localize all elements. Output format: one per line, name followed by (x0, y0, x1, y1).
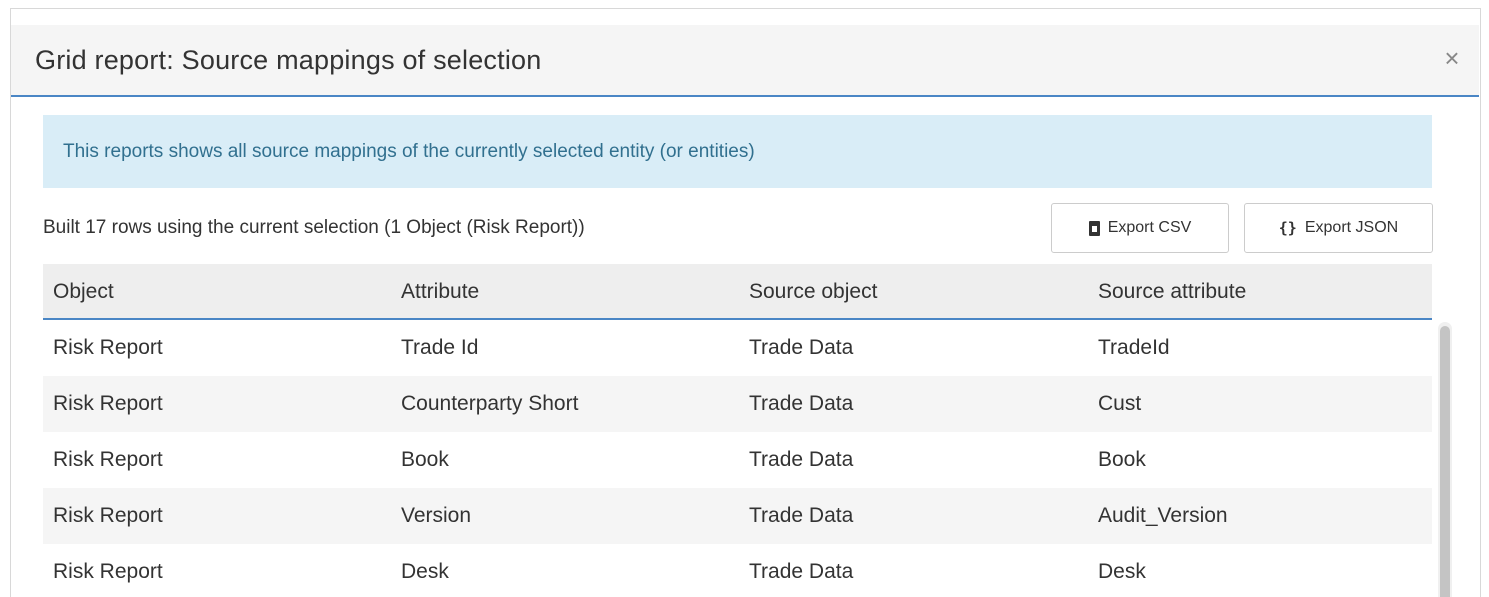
cell-attribute: Counterparty Short (401, 392, 579, 415)
cell-source-attribute: TradeId (1098, 336, 1170, 359)
scrollbar-thumb[interactable] (1440, 326, 1450, 597)
info-alert: This reports shows all source mappings o… (43, 115, 1432, 188)
column-header-source-attribute[interactable]: Source attribute (1098, 264, 1246, 320)
export-csv-label: Export CSV (1107, 219, 1192, 236)
column-header-attribute[interactable]: Attribute (401, 264, 479, 320)
info-text: This reports shows all source mappings o… (63, 141, 755, 162)
braces-icon: {} (1278, 219, 1297, 237)
file-excel-icon (1088, 220, 1100, 236)
grid-header: Object Attribute Source object Source at… (43, 264, 1432, 320)
rows-summary: Built 17 rows using the current selectio… (43, 217, 585, 238)
dialog-header: Grid report: Source mappings of selectio… (11, 25, 1479, 97)
cell-source-object: Trade Data (749, 448, 854, 471)
cell-attribute: Book (401, 448, 449, 471)
cell-source-object: Trade Data (749, 504, 854, 527)
dialog-title: Grid report: Source mappings of selectio… (35, 45, 542, 75)
table-row[interactable]: Risk Report Version Trade Data Audit_Ver… (43, 488, 1432, 544)
cell-object: Risk Report (53, 504, 163, 527)
close-button[interactable]: × (1437, 43, 1467, 73)
table-row[interactable]: Risk Report Book Trade Data Book (43, 432, 1432, 488)
grid-report-dialog: Grid report: Source mappings of selectio… (10, 8, 1481, 597)
cell-attribute: Version (401, 504, 472, 527)
cell-object: Risk Report (53, 392, 163, 415)
close-icon: × (1444, 43, 1460, 73)
column-header-object[interactable]: Object (53, 264, 114, 320)
column-header-source-object[interactable]: Source object (749, 264, 877, 320)
export-json-label: Export JSON (1304, 219, 1399, 236)
export-json-button[interactable]: {} Export JSON (1244, 203, 1433, 253)
cell-source-attribute: Book (1098, 448, 1146, 471)
cell-source-object: Trade Data (749, 336, 854, 359)
table-row[interactable]: Risk Report Desk Trade Data Desk (43, 544, 1432, 597)
cell-attribute: Desk (401, 560, 449, 583)
table-row[interactable]: Risk Report Counterparty Short Trade Dat… (43, 376, 1432, 432)
cell-source-object: Trade Data (749, 560, 854, 583)
cell-attribute: Trade Id (401, 336, 479, 359)
cell-object: Risk Report (53, 448, 163, 471)
cell-source-object: Trade Data (749, 392, 854, 415)
cell-source-attribute: Cust (1098, 392, 1142, 415)
cell-source-attribute: Audit_Version (1098, 504, 1228, 527)
mappings-grid: Object Attribute Source object Source at… (43, 264, 1432, 597)
cell-object: Risk Report (53, 336, 163, 359)
cell-object: Risk Report (53, 560, 163, 583)
grid-scrollbar[interactable] (1438, 322, 1452, 597)
cell-source-attribute: Desk (1098, 560, 1146, 583)
export-csv-button[interactable]: Export CSV (1051, 203, 1229, 253)
table-row[interactable]: Risk Report Trade Id Trade Data TradeId (43, 320, 1432, 376)
